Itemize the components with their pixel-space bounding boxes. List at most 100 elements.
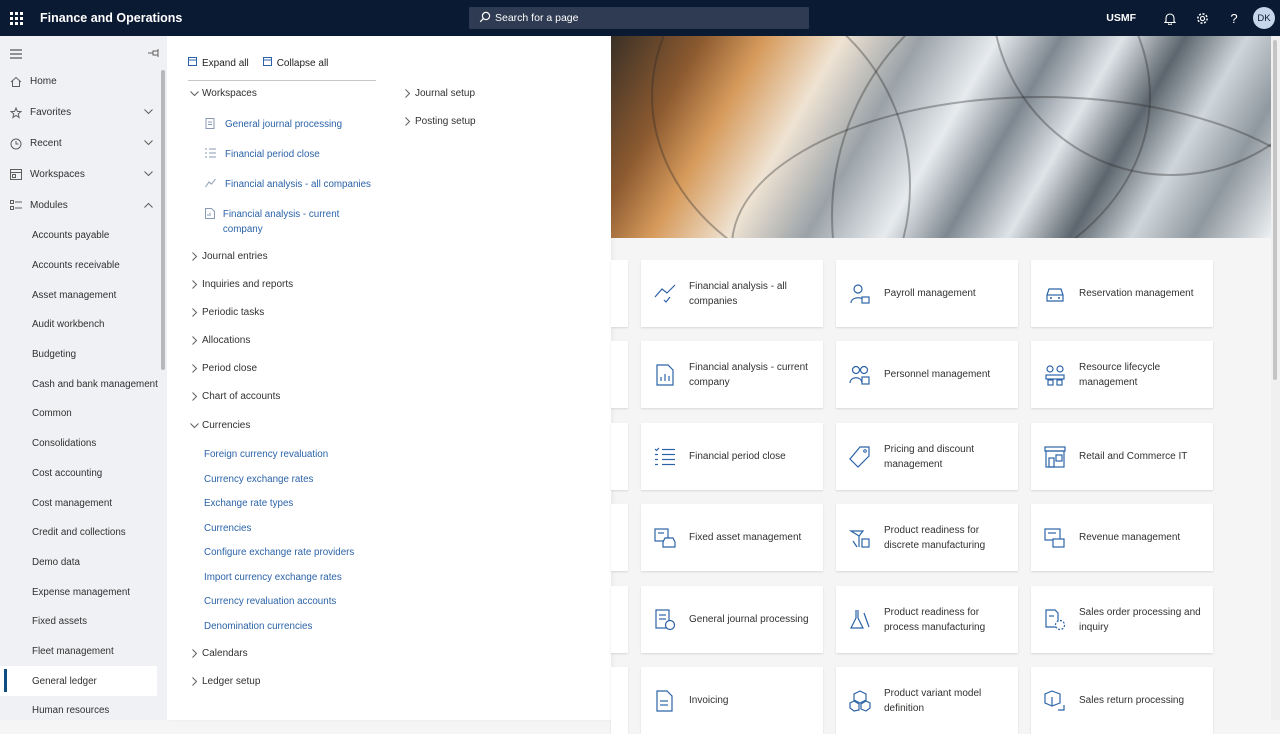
company-picker[interactable]: USMF xyxy=(1106,12,1136,24)
chevron-down-icon[interactable] xyxy=(144,138,153,149)
section-workspaces[interactable]: Workspaces xyxy=(188,88,257,99)
tile-stub[interactable] xyxy=(611,667,628,734)
app-title[interactable]: Finance and Operations xyxy=(40,11,182,25)
section-period-close[interactable]: Period close xyxy=(188,363,257,374)
workspace-link-general-journal[interactable]: General journal processing xyxy=(205,117,342,132)
list-icon xyxy=(0,200,30,211)
workspace-tile[interactable]: Resource lifecycle management xyxy=(1031,341,1213,408)
gear-icon[interactable] xyxy=(1186,0,1218,36)
search-input[interactable]: Search for a page xyxy=(469,7,809,29)
nav-item-workspaces[interactable]: Workspaces xyxy=(0,159,167,190)
expand-all-button[interactable]: Expand all xyxy=(188,55,249,71)
link-foreign-currency-revaluation[interactable]: Foreign currency revaluation xyxy=(204,447,328,462)
link-denomination-currencies[interactable]: Denomination currencies xyxy=(204,619,312,634)
module-common[interactable]: Common xyxy=(0,399,167,429)
module-cash-and-bank[interactable]: Cash and bank management xyxy=(0,369,167,399)
chevron-down-icon[interactable] xyxy=(144,107,153,118)
module-cost-accounting[interactable]: Cost accounting xyxy=(0,459,167,489)
module-human-resources[interactable]: Human resources xyxy=(0,696,167,720)
workspace-tile[interactable]: Financial analysis - all companies xyxy=(641,260,823,327)
module-consolidations[interactable]: Consolidations xyxy=(0,429,167,459)
section-chart-of-accounts[interactable]: Chart of accounts xyxy=(188,391,280,402)
link-currencies[interactable]: Currencies xyxy=(204,521,251,536)
workspace-tile[interactable]: Personnel management xyxy=(836,341,1018,408)
workspace-tile[interactable]: Sales order processing and inquiry xyxy=(1031,586,1213,653)
nav-item-recent[interactable]: Recent xyxy=(0,128,167,159)
trend-chart-icon xyxy=(641,283,689,305)
tile-stub[interactable] xyxy=(611,423,628,490)
checklist-icon xyxy=(641,447,689,467)
store-icon xyxy=(1031,445,1079,468)
expand-icon xyxy=(188,57,202,69)
nav-scrollbar[interactable] xyxy=(161,70,165,370)
module-expense-management[interactable]: Expense management xyxy=(0,577,167,607)
module-demo-data[interactable]: Demo data xyxy=(0,548,167,578)
workspace-link-analysis-all[interactable]: Financial analysis - all companies xyxy=(205,177,371,192)
pin-icon[interactable] xyxy=(148,45,159,63)
link-import-currency-exchange-rates[interactable]: Import currency exchange rates xyxy=(204,570,342,585)
module-accounts-receivable[interactable]: Accounts receivable xyxy=(0,251,167,281)
chevron-up-icon[interactable] xyxy=(144,200,153,211)
scrollbar-thumb[interactable] xyxy=(1273,40,1277,380)
workspace-tile[interactable]: Invoicing xyxy=(641,667,823,734)
link-currency-revaluation-accounts[interactable]: Currency revaluation accounts xyxy=(204,594,336,609)
section-allocations[interactable]: Allocations xyxy=(188,335,250,346)
workspace-tile[interactable]: Product readiness for process manufactur… xyxy=(836,586,1018,653)
avatar[interactable]: DK xyxy=(1253,7,1275,29)
workspace-link-period-close[interactable]: Financial period close xyxy=(205,147,320,162)
section-posting-setup[interactable]: Posting setup xyxy=(401,116,476,127)
notifications-bell-icon[interactable] xyxy=(1154,0,1186,36)
hamburger-icon[interactable] xyxy=(10,46,22,64)
workspace-tile[interactable]: Product readiness for discrete manufactu… xyxy=(836,504,1018,571)
section-calendars[interactable]: Calendars xyxy=(188,648,248,659)
section-periodic-tasks[interactable]: Periodic tasks xyxy=(188,307,264,318)
section-label: Posting setup xyxy=(415,116,476,127)
link-configure-exchange-rate-providers[interactable]: Configure exchange rate providers xyxy=(204,545,354,560)
workspace-tile[interactable]: Fixed asset management xyxy=(641,504,823,571)
link-currency-exchange-rates[interactable]: Currency exchange rates xyxy=(204,472,313,487)
checklist-icon xyxy=(205,147,225,158)
box-return-icon xyxy=(1031,689,1079,712)
workspace-tile[interactable]: Sales return processing xyxy=(1031,667,1213,734)
nav-item-home[interactable]: Home xyxy=(0,66,167,97)
tile-stub[interactable] xyxy=(611,341,628,408)
section-journal-setup[interactable]: Journal setup xyxy=(401,88,475,99)
module-audit-workbench[interactable]: Audit workbench xyxy=(0,310,167,340)
nav-item-favorites[interactable]: Favorites xyxy=(0,97,167,128)
module-asset-management[interactable]: Asset management xyxy=(0,280,167,310)
tile-stub[interactable] xyxy=(611,586,628,653)
nav-item-modules[interactable]: Modules xyxy=(0,190,167,221)
people-group-icon xyxy=(836,364,884,386)
collapse-all-button[interactable]: Collapse all xyxy=(262,55,329,71)
workspace-tile[interactable]: Retail and Commerce IT xyxy=(1031,423,1213,490)
module-general-ledger[interactable]: General ledger xyxy=(0,666,157,696)
section-currencies[interactable]: Currencies xyxy=(188,420,250,431)
section-journal-entries[interactable]: Journal entries xyxy=(188,251,268,262)
module-credit-and-collections[interactable]: Credit and collections xyxy=(0,518,167,548)
collapse-all-label: Collapse all xyxy=(276,57,329,69)
workspace-tile[interactable]: Product variant model definition xyxy=(836,667,1018,734)
module-fleet-management[interactable]: Fleet management xyxy=(0,637,167,667)
workspace-tile[interactable]: Revenue management xyxy=(1031,504,1213,571)
workspace-tile[interactable]: Financial period close xyxy=(641,423,823,490)
chevron-down-icon[interactable] xyxy=(144,169,153,180)
resource-people-icon xyxy=(1031,364,1079,386)
module-budgeting[interactable]: Budgeting xyxy=(0,340,167,370)
workspace-tile[interactable]: General journal processing xyxy=(641,586,823,653)
workspace-link-analysis-current[interactable]: Financial analysis - current company xyxy=(205,207,365,237)
section-ledger-setup[interactable]: Ledger setup xyxy=(188,676,260,687)
help-icon[interactable]: ? xyxy=(1218,0,1250,36)
workspace-tile[interactable]: Payroll management xyxy=(836,260,1018,327)
module-fixed-assets[interactable]: Fixed assets xyxy=(0,607,167,637)
workspace-tile[interactable]: Reservation management xyxy=(1031,260,1213,327)
workspace-tile[interactable]: Pricing and discount management xyxy=(836,423,1018,490)
module-accounts-payable[interactable]: Accounts payable xyxy=(0,221,167,251)
workspace-tile[interactable]: Financial analysis - current company xyxy=(641,341,823,408)
link-exchange-rate-types[interactable]: Exchange rate types xyxy=(204,496,293,511)
tile-stub[interactable] xyxy=(611,260,628,327)
page-scrollbar[interactable] xyxy=(1271,36,1280,720)
section-inquiries-and-reports[interactable]: Inquiries and reports xyxy=(188,279,293,290)
app-launcher-button[interactable] xyxy=(0,0,32,36)
tile-stub[interactable] xyxy=(611,504,628,571)
module-cost-management[interactable]: Cost management xyxy=(0,488,167,518)
